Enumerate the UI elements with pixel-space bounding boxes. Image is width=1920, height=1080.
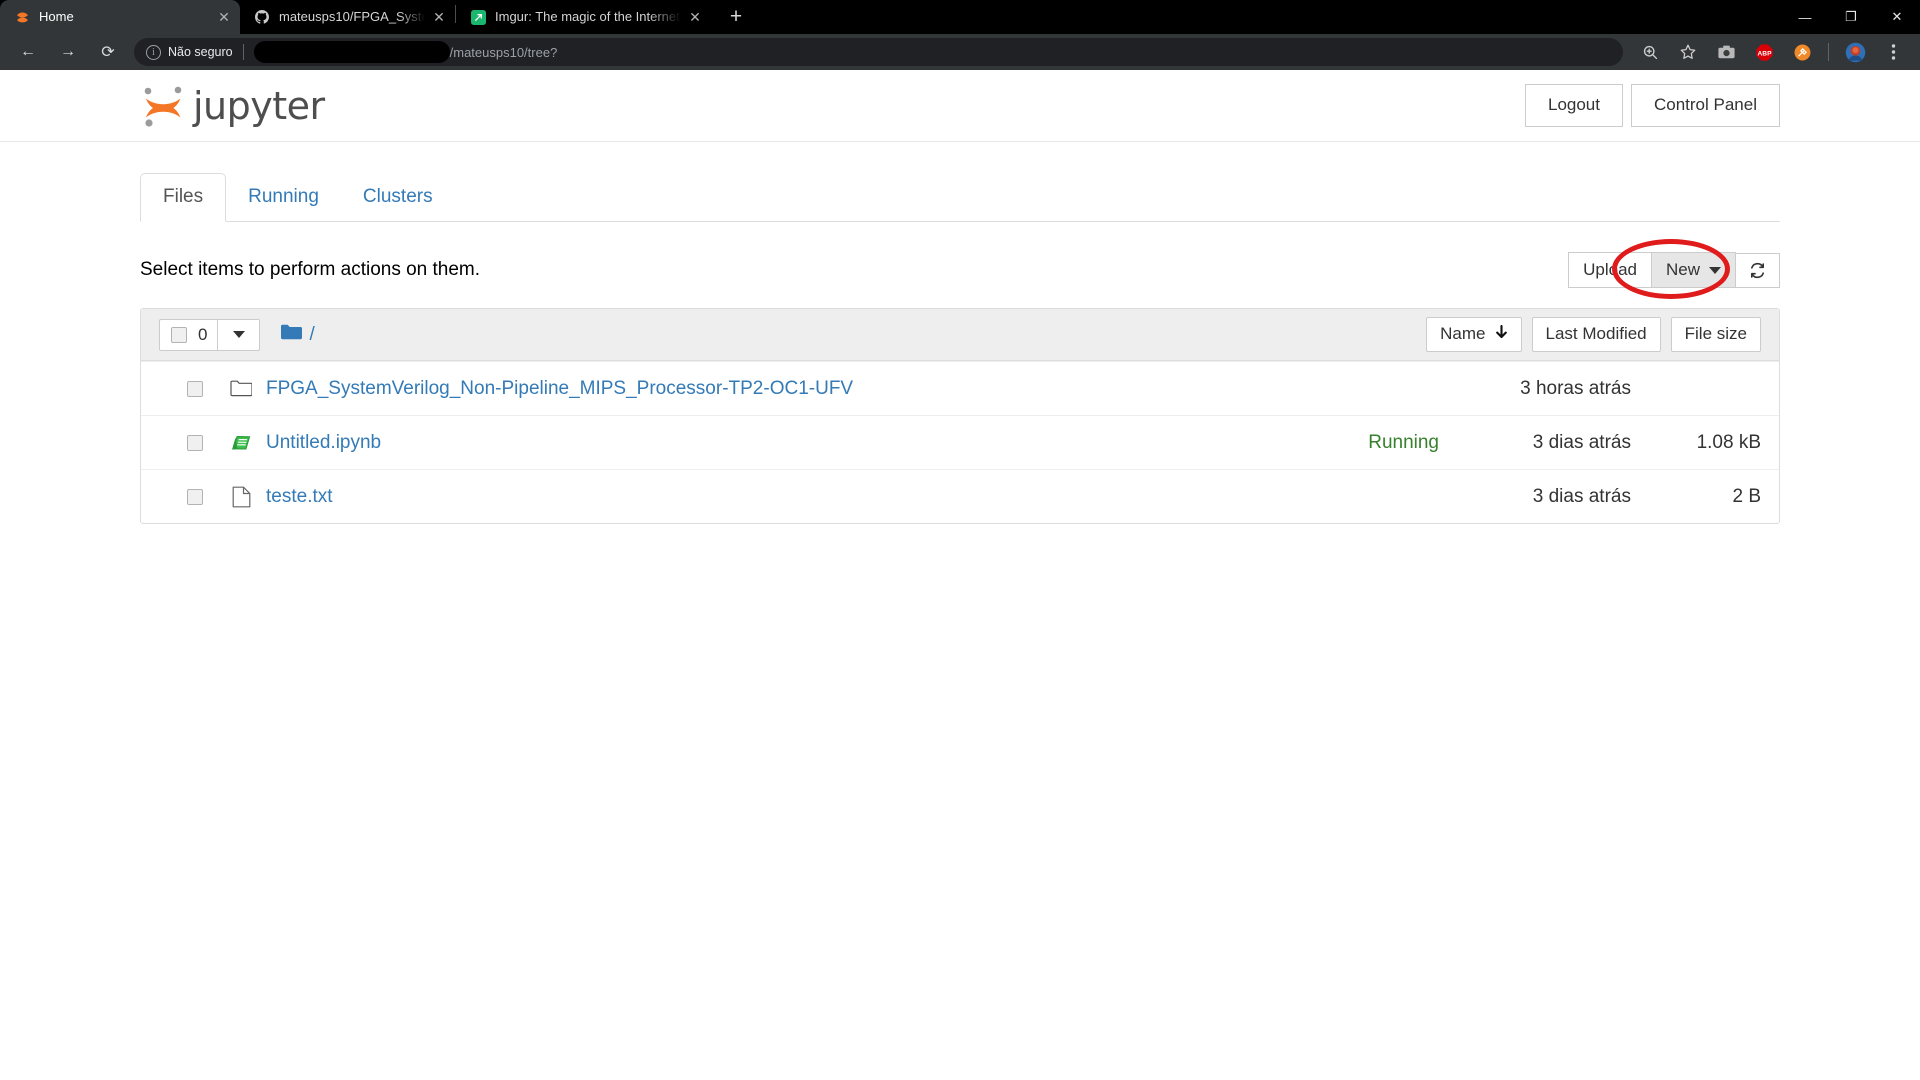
file-list: 0 / Name Last Modified File size FPGA_Sy… [140, 308, 1780, 524]
action-row: Select items to perform actions on them.… [140, 239, 1780, 299]
new-button-label: New [1665, 259, 1700, 279]
dashboard-tabs: Files Running Clusters [140, 170, 1780, 222]
select-menu-button[interactable] [217, 319, 259, 350]
imgur-icon [470, 9, 486, 25]
close-icon[interactable]: ✕ [214, 7, 234, 27]
tab-clusters[interactable]: Clusters [341, 174, 455, 221]
jupyter-notebook-dashboard: jupyter Logout Control Panel Files Runni… [0, 70, 1920, 1080]
file-list-header-left: 0 / [159, 318, 315, 351]
toolbar-icons: ABP [1631, 37, 1912, 67]
zoom-icon[interactable] [1635, 37, 1665, 67]
upload-button[interactable]: Upload [1568, 251, 1652, 289]
file-size-value: 2 B [1732, 485, 1761, 507]
folder-icon [229, 377, 253, 401]
minimize-icon[interactable]: — [1782, 0, 1828, 34]
file-name-link[interactable]: Untitled.ipynb [266, 432, 1368, 454]
select-all-group: 0 [159, 318, 261, 351]
tab-running[interactable]: Running [226, 174, 341, 221]
chrome-menu-icon[interactable] [1878, 37, 1908, 67]
file-text-icon [229, 485, 253, 509]
browser-chrome: Home ✕ mateusps10/FPGA_SystemVerilog ✕ I… [0, 0, 1920, 70]
selected-count: 0 [198, 324, 208, 344]
file-name-link[interactable]: FPGA_SystemVerilog_Non-Pipeline_MIPS_Pro… [266, 378, 1439, 400]
redacted-host [253, 41, 450, 63]
last-modified-value: 3 dias atrás [1532, 485, 1631, 507]
breadcrumb: / [280, 323, 315, 346]
bookmark-star-icon[interactable] [1673, 37, 1703, 67]
chevron-down-icon [1709, 266, 1721, 274]
profile-avatar-icon[interactable] [1840, 37, 1870, 67]
github-icon [254, 9, 270, 25]
logout-button[interactable]: Logout [1524, 84, 1623, 127]
sort-last-modified-button[interactable]: Last Modified [1531, 317, 1661, 352]
close-window-icon[interactable]: ✕ [1874, 0, 1920, 34]
sort-file-size-button[interactable]: File size [1670, 317, 1761, 352]
browser-tab-imgur[interactable]: Imgur: The magic of the Internet ✕ [456, 0, 711, 34]
file-list-header: 0 / Name Last Modified File size [141, 309, 1779, 361]
row-checkbox[interactable] [187, 488, 203, 505]
browser-tab-title: mateusps10/FPGA_SystemVerilog [279, 9, 425, 24]
chevron-down-icon [232, 331, 245, 338]
info-circle-icon[interactable]: i [146, 44, 161, 60]
refresh-button[interactable] [1736, 252, 1780, 288]
row-checkbox[interactable] [187, 380, 203, 397]
address-bar[interactable]: i Não seguro /mateusps10/tree? [134, 38, 1623, 66]
browser-toolbar: ← → ⟳ i Não seguro /mateusps10/tree? ABP [0, 34, 1920, 70]
row-checkbox[interactable] [187, 434, 203, 451]
table-row[interactable]: teste.txt 3 dias atrás 2 B [141, 469, 1779, 523]
back-icon[interactable]: ← [13, 37, 43, 67]
page-body: Files Running Clusters Select items to p… [0, 170, 1920, 524]
url-path: /mateusps10/tree? [449, 44, 558, 60]
refresh-icon [1750, 262, 1765, 278]
last-modified-value: 3 horas atrás [1520, 377, 1631, 399]
browser-tab-title: Home [39, 9, 74, 24]
control-panel-button[interactable]: Control Panel [1630, 84, 1780, 127]
select-all-checkbox[interactable] [171, 326, 187, 343]
maximize-icon[interactable]: ❐ [1828, 0, 1874, 34]
jupyter-logo-icon [140, 81, 186, 131]
sort-name-button[interactable]: Name [1426, 316, 1522, 353]
sort-name-label: Name [1440, 324, 1486, 344]
forward-icon[interactable]: → [53, 37, 83, 67]
new-button[interactable]: New [1651, 251, 1736, 289]
browser-tab-title: Imgur: The magic of the Internet [495, 9, 680, 24]
close-icon[interactable]: ✕ [685, 7, 705, 27]
jupyter-icon [14, 9, 30, 25]
browser-tab-github[interactable]: mateusps10/FPGA_SystemVerilog ✕ [240, 0, 455, 34]
running-badge: Running [1368, 431, 1439, 453]
jupyter-logo-text: jupyter [193, 83, 325, 128]
table-row[interactable]: Untitled.ipynb Running 3 dias atrás 1.08… [141, 415, 1779, 469]
header-buttons: Logout Control Panel [1524, 84, 1780, 127]
address-bar-url: /mateusps10/tree? [253, 41, 558, 63]
table-row[interactable]: FPGA_SystemVerilog_Non-Pipeline_MIPS_Pro… [141, 361, 1779, 415]
breadcrumb-root[interactable]: / [309, 324, 314, 346]
select-all-cell[interactable]: 0 [160, 325, 217, 345]
selection-hint-text: Select items to perform actions on them. [140, 259, 481, 280]
extension-orange-icon[interactable] [1787, 37, 1817, 67]
toolbar-divider [1828, 43, 1829, 61]
last-modified-value: 3 dias atrás [1532, 431, 1631, 453]
folder-icon [280, 323, 303, 346]
file-list-sort-buttons: Name Last Modified File size [1426, 316, 1761, 353]
browser-tabstrip: Home ✕ mateusps10/FPGA_SystemVerilog ✕ I… [0, 0, 1920, 34]
window-controls: — ❐ ✕ [1782, 0, 1920, 34]
file-size-value: 1.08 kB [1696, 431, 1761, 453]
svg-text:ABP: ABP [1757, 50, 1772, 57]
notebook-icon [229, 431, 253, 455]
action-buttons: Upload New [1568, 251, 1780, 289]
browser-tab-home[interactable]: Home ✕ [0, 0, 240, 34]
close-icon[interactable]: ✕ [429, 7, 449, 27]
screenshot-camera-icon[interactable] [1711, 37, 1741, 67]
arrow-down-icon [1495, 324, 1508, 345]
reload-icon[interactable]: ⟳ [93, 37, 123, 67]
omnibox-divider [242, 44, 244, 60]
security-status-text: Não seguro [168, 45, 233, 59]
new-tab-button[interactable]: + [721, 2, 751, 32]
file-name-link[interactable]: teste.txt [266, 486, 1439, 508]
tab-files[interactable]: Files [140, 173, 227, 222]
page-header: jupyter Logout Control Panel [0, 70, 1920, 142]
jupyter-logo[interactable]: jupyter [140, 81, 325, 131]
adblock-plus-icon[interactable]: ABP [1749, 37, 1779, 67]
